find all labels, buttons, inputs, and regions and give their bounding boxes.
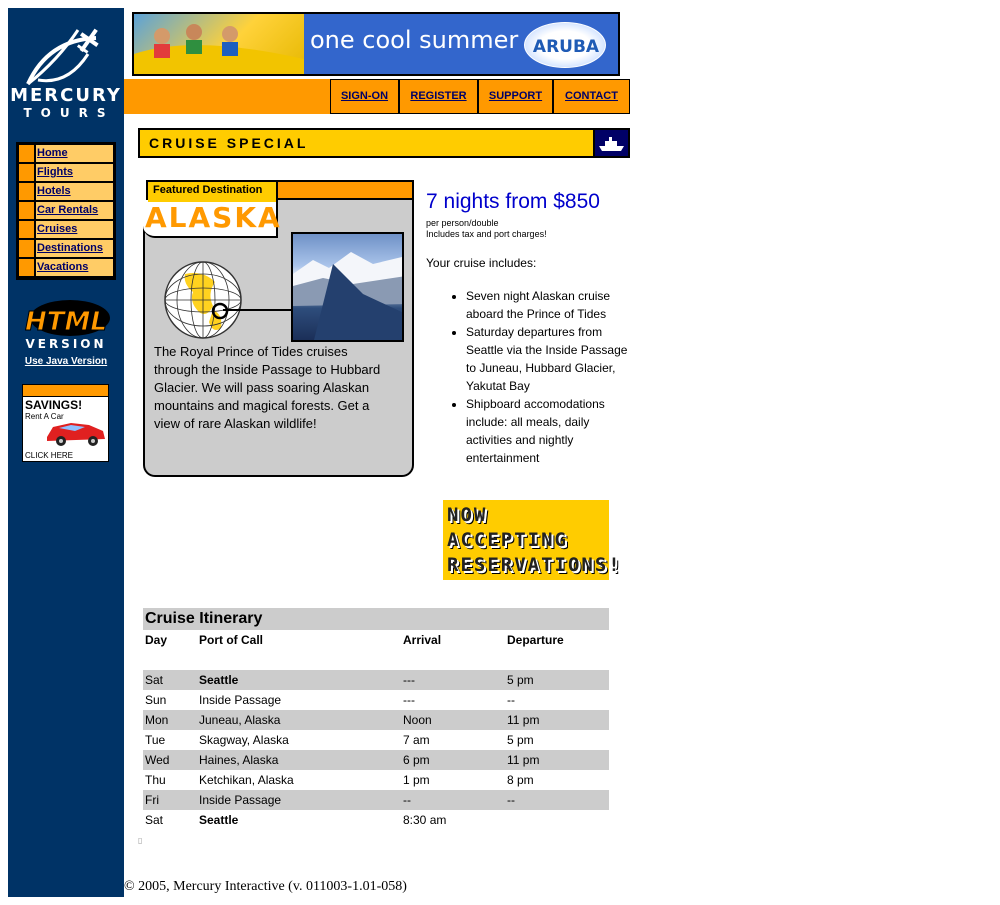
table-row: Sat Seattle --- 5 pm: [143, 670, 609, 690]
featured-label: Featured Destination: [148, 182, 278, 202]
promo-banner[interactable]: one cool summer ARUBA: [132, 12, 620, 76]
section-title: CRUISE SPECIAL: [149, 135, 309, 151]
list-item: Seven night Alaskan cruise aboard the Pr…: [466, 287, 638, 323]
banner-photo: [134, 14, 304, 74]
ship-icon: [593, 130, 628, 156]
connector-line: [223, 309, 293, 311]
includes-title: Your cruise includes:: [426, 256, 537, 270]
aruba-logo: ARUBA: [524, 22, 606, 68]
sidebar-link-hotels[interactable]: Hotels: [36, 183, 113, 200]
alaska-photo: [291, 232, 404, 342]
svg-text:VERSION: VERSION: [25, 337, 106, 350]
price-headline: 7 nights from $850: [426, 190, 600, 213]
html-version-icon: HTML VERSION: [25, 300, 110, 351]
table-row: Mon Juneau, Alaska Noon 11 pm: [143, 710, 609, 730]
spacer-image-icon: ▯: [138, 836, 143, 845]
sidebar-link-home[interactable]: Home: [36, 145, 113, 162]
copyright-footer: © 2005, Mercury Interactive (v. 011003-1…: [124, 879, 407, 894]
table-row: Thu Ketchikan, Alaska 1 pm 8 pm: [145, 773, 534, 787]
featured-panel: ALASKA The Royal Prince of Tides cruises…: [143, 198, 414, 477]
contact-link[interactable]: CONTACT: [553, 79, 630, 114]
price-tax-note: Includes tax and port charges!: [426, 229, 547, 239]
logo-wordmark: MERCURY TOURS: [10, 85, 122, 121]
price-note: per person/double: [426, 218, 499, 228]
ad-title: SAVINGS!: [25, 398, 83, 412]
sign-on-link[interactable]: SIGN-ON: [330, 79, 399, 114]
support-link[interactable]: SUPPORT: [478, 79, 553, 114]
destination-name: ALASKA: [145, 201, 282, 234]
sidebar-link-flights[interactable]: Flights: [36, 164, 113, 181]
destination-description: The Royal Prince of Tides cruises throug…: [154, 344, 381, 431]
sidebar-link-destinations[interactable]: Destinations: [36, 240, 113, 257]
sidebar-item-destinations[interactable]: Destinations: [19, 240, 113, 257]
table-row: Sun Inside Passage --- --: [145, 693, 515, 707]
rent-a-car-ad[interactable]: SAVINGS! Rent A Car CLICK HERE: [22, 384, 109, 462]
left-sidebar: MERCURY TOURS Home Flights Hotels Car Re…: [8, 8, 124, 897]
sidebar-item-flights[interactable]: Flights: [19, 164, 113, 181]
sidebar-item-home[interactable]: Home: [19, 145, 113, 162]
html-version-badge: HTML VERSION: [20, 298, 112, 351]
sidebar-link-vacations[interactable]: Vacations: [36, 259, 113, 276]
register-link[interactable]: REGISTER: [399, 79, 478, 114]
cruise-itinerary: Cruise Itinerary Day Port of Call Arriva…: [143, 608, 609, 830]
includes-list: Seven night Alaskan cruise aboard the Pr…: [448, 287, 638, 467]
table-row: Sat Seattle 8:30 am: [145, 813, 447, 827]
itinerary-title: Cruise Itinerary: [143, 608, 609, 630]
sidebar-item-vacations[interactable]: Vacations: [19, 259, 113, 276]
section-header: CRUISE SPECIAL: [138, 128, 630, 158]
banner-slogan: one cool summer: [310, 26, 519, 54]
table-row: Fri Inside Passage -- --: [143, 790, 609, 810]
sidebar-link-cruises[interactable]: Cruises: [36, 221, 113, 238]
sidebar-item-cruises[interactable]: Cruises: [19, 221, 113, 238]
use-java-version-link[interactable]: Use Java Version: [8, 356, 124, 367]
red-car-icon: [47, 423, 105, 446]
itinerary-header: Day Port of Call Arrival Departure: [145, 633, 564, 647]
list-item: Shipboard accomodations include: all mea…: [466, 395, 638, 467]
sidebar-item-car-rentals[interactable]: Car Rentals: [19, 202, 113, 219]
sidebar-link-car-rentals[interactable]: Car Rentals: [36, 202, 113, 219]
sidebar-item-hotels[interactable]: Hotels: [19, 183, 113, 200]
featured-tab: Featured Destination: [146, 180, 414, 202]
now-accepting-text: NOW ACCEPTING RESERVATIONS!: [447, 504, 622, 576]
table-row: Tue Skagway, Alaska 7 am 5 pm: [145, 733, 534, 747]
svg-text:HTML: HTML: [25, 307, 107, 337]
globe-icon: [164, 261, 242, 339]
ad-click-here: CLICK HERE: [25, 451, 74, 460]
table-row: Wed Haines, Alaska 6 pm 11 pm: [143, 750, 609, 770]
sidebar-nav: Home Flights Hotels Car Rentals Cruises …: [16, 142, 116, 280]
now-accepting-reservations-banner[interactable]: NOW ACCEPTING RESERVATIONS!: [443, 500, 620, 580]
list-item: Saturday departures from Seattle via the…: [466, 323, 638, 395]
featured-destination: ALASKA The Royal Prince of Tides cruises…: [143, 180, 414, 477]
